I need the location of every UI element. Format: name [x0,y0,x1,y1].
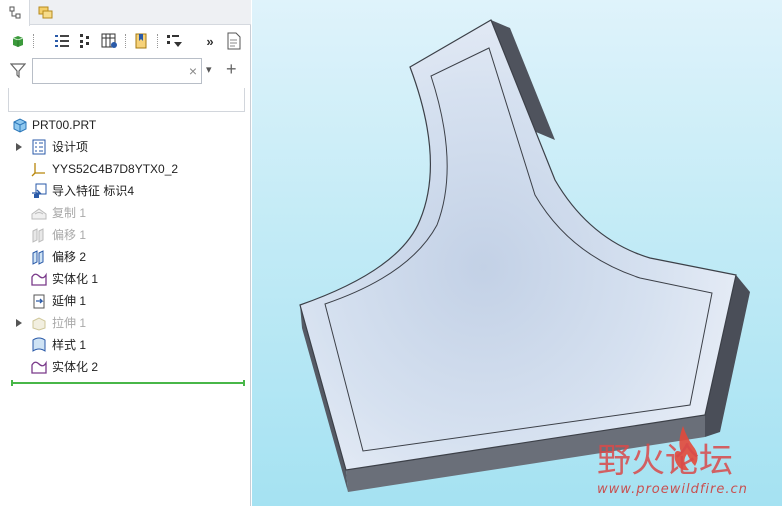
graphics-viewport[interactable]: 野火论坛 www.proewildfire.cn [252,0,782,506]
expand-arrow-icon[interactable] [14,141,24,153]
filter-dropdown-button[interactable] [164,30,186,52]
tree-item-offset-2[interactable]: 偏移 2 [0,246,251,268]
logo-text: 野火论坛 [597,441,733,480]
search-dropdown-button[interactable]: ▾ [206,63,212,76]
layers-icon [38,6,53,18]
model-tree-panel: » × ▾ + PRT00.PRT 设计项 YYS52C4B7D8YTX0_2 … [0,0,251,506]
details-icon [227,32,241,50]
tree-item-label: 实体化 2 [52,360,99,374]
tree-item-copy-1[interactable]: 复制 1 [0,202,251,224]
search-row: × ▾ + [0,56,251,86]
tree-item-extend-1[interactable]: 延伸 1 [0,290,251,312]
extrude-icon [30,315,47,331]
tree-root-label: PRT00.PRT [32,118,97,132]
design-items-icon [30,139,47,155]
tree-item-label: 拉伸 1 [52,316,87,330]
tree-item-design-items[interactable]: 设计项 [0,136,251,158]
copy-icon [30,205,47,221]
tree-item-label: 复制 1 [52,206,87,220]
forum-url: www.proewildfire.cn [597,482,748,497]
tree-item-label: 偏移 1 [52,228,87,242]
tree-settings-icon [55,35,69,47]
style-icon [30,337,47,353]
tree-settings-button[interactable] [52,30,72,52]
offset-icon [30,227,47,243]
extend-icon [30,293,47,309]
add-filter-button[interactable]: + [226,59,237,80]
toolbar-separator [33,34,34,48]
tree-item-label: 导入特征 标识4 [52,184,135,198]
coordinate-system-icon [30,161,47,177]
search-results-box [8,88,245,112]
show-features-icon [12,36,24,47]
bookmark-icon [135,33,147,49]
tree-item-label: YYS52C4B7D8YTX0_2 [52,162,179,176]
tree-item-solidify-1[interactable]: 实体化 1 [0,268,251,290]
tree-item-label: 设计项 [52,140,89,154]
tree-item-coordinate-system[interactable]: YYS52C4B7D8YTX0_2 [0,158,251,180]
filter-dropdown-icon [167,35,182,47]
forum-logo: 野火论坛 [597,426,733,480]
tree-item-extrude-1[interactable]: 拉伸 1 [0,312,251,334]
bookmark-button[interactable] [131,30,151,52]
details-button[interactable] [224,30,244,52]
model-tree-tab[interactable] [0,0,30,26]
layers-tab[interactable] [31,0,61,25]
import-feature-icon [30,183,47,199]
tree-item-offset-1[interactable]: 偏移 1 [0,224,251,246]
tree-toolbar: » [0,28,251,54]
columns-icon [101,33,117,48]
tree-item-label: 偏移 2 [52,250,87,264]
model-tree-icon [9,6,20,19]
more-button[interactable]: » [203,30,217,52]
offset-icon [30,249,47,265]
filter-icon [9,63,27,79]
tree-item-label: 延伸 1 [52,294,87,308]
columns-button[interactable] [100,30,120,52]
tree-item-solidify-2[interactable]: 实体化 2 [0,356,251,378]
search-field[interactable]: × [32,58,202,84]
panel-tab-bar [0,0,251,26]
tree-item-label: 样式 1 [52,338,87,352]
search-input[interactable] [33,59,181,83]
tree-filters-button[interactable] [76,30,94,52]
insert-here-marker[interactable] [11,380,245,386]
tree-item-import-feature[interactable]: 导入特征 标识4 [0,180,251,202]
show-features-button[interactable] [8,30,28,52]
toolbar-separator [157,34,158,48]
solidify-icon [30,271,47,287]
toolbar-separator [125,34,126,48]
part-icon [11,117,28,133]
clear-search-button[interactable]: × [189,63,197,79]
tree-item-label: 实体化 1 [52,272,99,286]
tree-root[interactable]: PRT00.PRT [0,114,251,136]
filter-button[interactable] [9,62,27,81]
expand-arrow-icon[interactable] [14,317,24,329]
tree-filters-icon [80,34,89,48]
tree-item-style-1[interactable]: 样式 1 [0,334,251,356]
solidify-icon [30,359,47,375]
